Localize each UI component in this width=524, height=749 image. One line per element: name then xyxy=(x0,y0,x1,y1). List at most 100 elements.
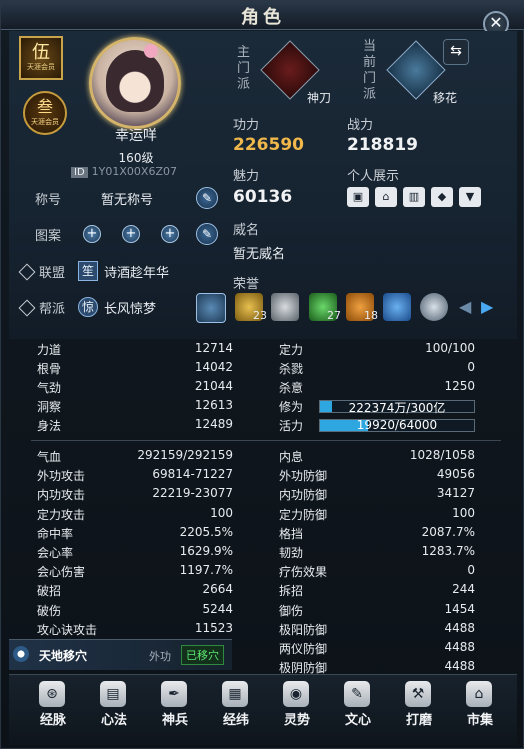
title-bar: 角色 xyxy=(1,1,524,30)
honor-count-4: 18 xyxy=(364,309,378,322)
stat-bl-0-value: 292159/292159 xyxy=(137,448,233,462)
stat-br-7-label: 拆招 xyxy=(279,584,304,599)
nav-button-1[interactable]: ▤ 心法 xyxy=(84,675,144,731)
guild-value[interactable]: 长风惊梦 xyxy=(104,298,156,317)
stat-bl-9-value: 11523 xyxy=(194,620,233,635)
mount-icon[interactable]: ◆ xyxy=(431,187,453,207)
honor-silver-icon[interactable] xyxy=(271,293,299,321)
stat-bl-8-value: 5244 xyxy=(202,601,233,616)
bottom-nav: ⊛ 经脉 ▤ 心法 ✒ 神兵 ▦ 经纬 ◉ 灵势 ✎ 文心 ⚒ 打磨 ⌂ 市集 xyxy=(9,674,517,745)
stat-tl-3-label: 洞察 xyxy=(37,400,62,414)
stat-br-9-value: 4488 xyxy=(444,620,475,635)
stat-bl-3-label: 定力攻击 xyxy=(37,507,86,522)
nav-button-2[interactable]: ✒ 神兵 xyxy=(145,675,205,731)
stat-bl-3-value: 100 xyxy=(210,505,233,520)
stat-br-5-value: 1283.7% xyxy=(421,544,475,558)
stat-br-0-label: 内息 xyxy=(279,450,304,464)
flower-icon xyxy=(144,44,158,58)
add-pattern-button-1[interactable]: + xyxy=(83,225,101,243)
stat-tr-1-label: 杀戮 xyxy=(279,362,304,376)
stat-bl-4-label: 命中率 xyxy=(37,526,74,541)
nav-label: 灵势 xyxy=(283,713,310,728)
nav-label: 打磨 xyxy=(405,713,432,728)
stat-br-6-label: 疗伤效果 xyxy=(279,565,328,580)
scroll-left-icon[interactable]: ◀ xyxy=(459,297,471,316)
zhanli-label: 战力 xyxy=(347,118,374,133)
guild-emblem-icon[interactable] xyxy=(196,293,226,323)
robe-icon[interactable]: ▼ xyxy=(459,187,481,207)
stat-bl-6-label: 会心伤害 xyxy=(37,565,86,580)
nav-button-6[interactable]: ⚒ 打磨 xyxy=(389,675,449,731)
stat-bl-7-label: 破招 xyxy=(37,584,62,599)
honor-orb-icon[interactable] xyxy=(420,293,448,321)
stat-br-8-label: 御伤 xyxy=(279,603,304,618)
stat-br-2-label: 内功防御 xyxy=(279,488,328,503)
main-sect-name: 神刀 xyxy=(307,91,332,105)
main-sect-label: 主门派 xyxy=(237,45,251,92)
alliance-value[interactable]: 诗酒趁年华 xyxy=(104,262,169,281)
building-icon[interactable]: ▥ xyxy=(403,187,425,207)
stat-tr-2-value: 1250 xyxy=(444,379,475,393)
member-rank-badge[interactable]: 伍 天涯会员 xyxy=(19,36,63,80)
add-pattern-button-2[interactable]: + xyxy=(122,225,140,243)
grid-icon: ▦ xyxy=(222,681,248,707)
plus-icon: + xyxy=(86,226,98,241)
skill-bar[interactable]: 天地移穴 外功 已移穴 xyxy=(9,639,232,670)
stat-tl-2-label: 气劲 xyxy=(37,381,62,395)
nav-button-0[interactable]: ⊛ 经脉 xyxy=(23,675,83,731)
market-icon: ⌂ xyxy=(466,681,492,707)
stat-tl-2-value: 21044 xyxy=(194,379,233,393)
nav-button-4[interactable]: ◉ 灵势 xyxy=(267,675,327,731)
member-title-subtext: 天涯会员 xyxy=(31,118,59,126)
taiji-icon xyxy=(13,646,29,662)
stat-br-4-label: 格挡 xyxy=(279,526,304,541)
stat-tl-0-label: 力道 xyxy=(37,343,62,357)
book-icon: ▤ xyxy=(100,681,126,707)
member-title-text: 叁 xyxy=(36,97,53,116)
meili-value: 60136 xyxy=(233,187,293,207)
nav-button-5[interactable]: ✎ 文心 xyxy=(328,675,388,731)
nav-label: 心法 xyxy=(100,713,127,728)
title-value: 暂无称号 xyxy=(101,193,154,208)
stat-br-11-value: 4488 xyxy=(444,659,475,674)
honor-count-3: 27 xyxy=(327,309,341,322)
nav-button-7[interactable]: ⌂ 市集 xyxy=(450,675,510,731)
id-value: 1Y01X00X6Z07 xyxy=(91,165,177,178)
swap-sect-button[interactable]: ⇆ xyxy=(443,39,469,65)
honor-label: 荣誉 xyxy=(233,277,260,292)
nav-button-3[interactable]: ▦ 经纬 xyxy=(206,675,266,731)
guild-label: 帮派 xyxy=(39,302,66,317)
stat-tl-4-value: 12489 xyxy=(194,417,233,431)
stat-br-1-value: 49056 xyxy=(436,467,475,482)
stat-tr-1-value: 0 xyxy=(467,360,475,374)
edit-pattern-button[interactable]: ✎ xyxy=(196,223,218,245)
alliance-label: 联盟 xyxy=(39,266,66,281)
gongli-value: 226590 xyxy=(233,135,304,155)
huoli-bar: 19920/64000 xyxy=(319,418,475,432)
avatar[interactable] xyxy=(89,37,181,129)
stat-bl-6-value: 1197.7% xyxy=(179,563,233,578)
nav-label: 经脉 xyxy=(39,713,66,728)
add-pattern-button-3[interactable]: + xyxy=(161,225,179,243)
stat-tr-0-label: 定力 xyxy=(279,343,304,357)
stat-tr-0-value: 100/100 xyxy=(425,341,475,355)
nav-label: 文心 xyxy=(344,713,371,728)
xiuwei-bar: 222374万/300亿 xyxy=(319,400,475,415)
stat-tl-1-value: 14042 xyxy=(194,360,233,374)
stat-bl-8-label: 破伤 xyxy=(37,603,62,618)
member-rank-text: 伍 xyxy=(32,42,50,63)
xiuwei-label: 修为 xyxy=(279,400,304,414)
honor-rank-icon[interactable] xyxy=(383,293,411,321)
house-icon[interactable]: ⌂ xyxy=(375,187,397,207)
character-window: 角色 ✕ 伍 天涯会员 叁 天涯会员 幸运咩 160级 ID 1Y01X00X6Z… xyxy=(0,0,524,749)
stat-bl-7-value: 2664 xyxy=(202,582,233,597)
member-title-badge[interactable]: 叁 天涯会员 xyxy=(23,91,67,135)
stat-br-10-label: 两仪防御 xyxy=(279,642,328,656)
stat-bl-5-value: 1629.9% xyxy=(179,544,233,558)
skill-status-badge: 已移穴 xyxy=(181,645,224,665)
huoli-text: 19920/64000 xyxy=(356,418,438,432)
scroll-right-icon[interactable]: ▶ xyxy=(481,297,493,316)
weiming-label: 威名 xyxy=(233,223,260,238)
edit-title-button[interactable]: ✎ xyxy=(196,187,218,209)
id-card-icon[interactable]: ▣ xyxy=(347,187,369,207)
